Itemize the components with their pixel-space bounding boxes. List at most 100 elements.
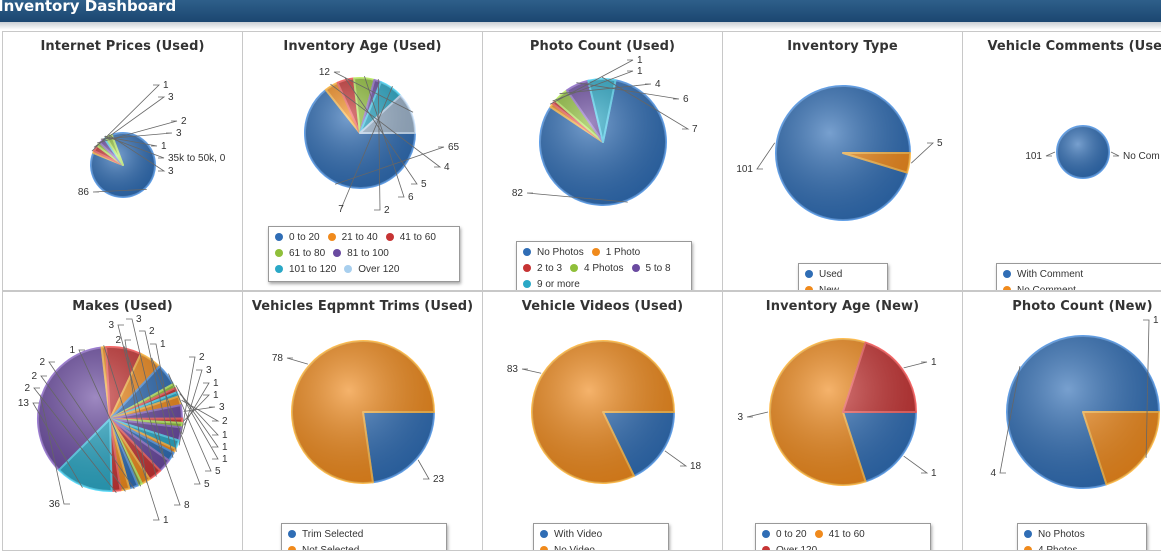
legend-item[interactable]: 81 to 100	[333, 246, 389, 262]
chart-legend: 0 to 20 41 to 60 Over 120	[755, 523, 931, 551]
data-label: 1	[213, 378, 219, 389]
panel-internet-prices-used: Internet Prices (Used) 86 1 3 2 3 1 35k to 50k…	[2, 31, 243, 291]
legend-dot-icon	[762, 530, 770, 538]
data-label: 86	[78, 187, 90, 198]
legend-dot-icon	[275, 233, 283, 241]
panel-makes-used: Makes (Used) 36 1 8 5 5 1 1 1 2 3 1 1 3 2 1 2 3 3 2 1 2 2 2 13	[2, 291, 243, 551]
legend-item[interactable]: 9 or more	[523, 277, 580, 290]
chart-grid: Internet Prices (Used) 86 1 3 2 3 1 35k to 50k…	[0, 30, 1161, 551]
data-label: 13	[18, 398, 30, 409]
legend-dot-icon	[344, 265, 353, 273]
data-label: 82	[512, 188, 524, 199]
legend-item[interactable]: No Photos	[1024, 527, 1085, 543]
pie-gloss	[292, 341, 434, 483]
data-label: 1	[163, 515, 169, 526]
data-label: 12	[319, 67, 331, 78]
panel-inventory-type: Inventory Type 101 5 UsedNew	[722, 31, 963, 291]
data-label: 35k to 50k, 0	[168, 153, 226, 164]
pie-gloss	[776, 86, 910, 220]
data-label: 1	[222, 454, 228, 465]
legend-item[interactable]: 61 to 80	[275, 246, 325, 262]
data-label: 5	[937, 138, 943, 149]
data-label: 101	[1025, 151, 1042, 162]
legend-dot-icon	[275, 249, 283, 257]
legend-item[interactable]: No Video	[540, 543, 595, 551]
legend-dot-icon	[540, 546, 548, 550]
legend-item[interactable]: 41 to 60	[814, 527, 865, 543]
data-label: 1	[163, 80, 169, 91]
legend-dot-icon	[327, 233, 336, 241]
leader-line	[903, 455, 929, 474]
data-label: 83	[507, 364, 519, 375]
legend-item[interactable]: With Comment	[1003, 267, 1083, 283]
pie-chart-vehicle-comments: 101 No Com	[1025, 125, 1160, 179]
data-label: 2	[199, 352, 205, 363]
legend-item[interactable]: New	[805, 283, 839, 290]
leader-line	[1110, 151, 1120, 157]
data-label: 5	[215, 466, 221, 477]
data-label: 1	[637, 66, 643, 77]
chart-legend: No Photos 4 Photos	[1017, 523, 1147, 550]
legend-label: 81 to 100	[347, 248, 389, 259]
legend-item[interactable]: 4 Photos	[570, 261, 624, 277]
legend-label: No Video	[554, 545, 595, 551]
legend-item[interactable]: 21 to 40	[327, 230, 378, 246]
legend-item[interactable]: No Comment	[1003, 283, 1076, 290]
pie-chart-inventory-type: 101 5	[736, 85, 943, 221]
legend-dot-icon	[523, 280, 531, 288]
legend-dot-icon	[570, 264, 579, 272]
data-label: 2	[149, 326, 155, 337]
legend-label: 101 to 120	[289, 264, 337, 275]
legend-item[interactable]: Over 120	[762, 543, 818, 551]
legend-item[interactable]: Over 120	[344, 262, 399, 278]
legend-dot-icon	[762, 546, 770, 550]
legend-label: 41 to 60	[399, 232, 436, 243]
legend-dot-icon	[805, 270, 813, 278]
panel-vehicle-videos-used: Vehicle Videos (Used) 18 83 With VideoNo …	[482, 291, 723, 551]
legend-item[interactable]: 5 to 8	[631, 261, 671, 277]
legend-dot-icon	[333, 249, 342, 257]
legend-dot-icon	[523, 248, 531, 256]
data-label: 3	[168, 92, 174, 103]
data-label: 2	[384, 205, 390, 216]
data-label: 3	[108, 320, 114, 331]
data-label: 1	[222, 442, 228, 453]
legend-item[interactable]: 0 to 20	[762, 527, 807, 543]
data-label: 1	[213, 390, 219, 401]
data-label: 1	[69, 345, 75, 356]
legend-item[interactable]: Used	[805, 267, 842, 283]
legend-item[interactable]: 2 to 3	[523, 261, 562, 277]
legend-dot-icon	[275, 265, 283, 273]
pie-chart-photo-count-new: 41	[990, 315, 1160, 489]
data-label: 3	[136, 314, 142, 325]
data-label: 3	[737, 412, 743, 423]
pie-chart-internet-prices: 861323135k to 50k, 03	[78, 80, 226, 198]
legend-item[interactable]: 1 Photo	[591, 245, 640, 261]
panel-inventory-age-used: Inventory Age (Used) 65 4 5 6 2 7 12 0 to 20 21…	[242, 31, 483, 291]
legend-dot-icon	[288, 530, 296, 538]
legend-dot-icon	[288, 546, 296, 550]
legend-item[interactable]: 0 to 20	[275, 230, 320, 246]
legend-item[interactable]: 101 to 120	[275, 262, 336, 278]
legend-item[interactable]: Trim Selected	[288, 527, 363, 543]
legend-item[interactable]: Not Selected	[288, 543, 359, 550]
legend-label: No Photos	[537, 247, 584, 258]
legend-label: Over 120	[776, 545, 818, 551]
pie-gloss	[770, 339, 916, 485]
panel-inventory-age-new: Inventory Age (New) 131 0 to 20 41 to 60O…	[722, 291, 963, 551]
legend-dot-icon	[591, 248, 600, 256]
data-label: 2	[31, 371, 37, 382]
legend-label: 0 to 20	[289, 232, 320, 243]
pie-chart-eqpmnt-trims: 23 78	[272, 340, 445, 485]
legend-label: 5 to 8	[645, 263, 671, 274]
data-label: 4	[444, 162, 450, 173]
legend-item[interactable]: With Video	[540, 527, 602, 543]
legend-item[interactable]: No Photos	[523, 245, 584, 261]
chart-legend: With Comment No Comment	[996, 263, 1161, 290]
data-label: 2	[181, 116, 187, 127]
dashboard-header: Inventory Dashboard	[0, 0, 1161, 22]
legend-item[interactable]: 4 Photos	[1024, 543, 1077, 550]
legend-item[interactable]: 41 to 60	[385, 230, 436, 246]
legend-dot-icon	[1003, 270, 1011, 278]
data-label: 5	[204, 479, 210, 490]
